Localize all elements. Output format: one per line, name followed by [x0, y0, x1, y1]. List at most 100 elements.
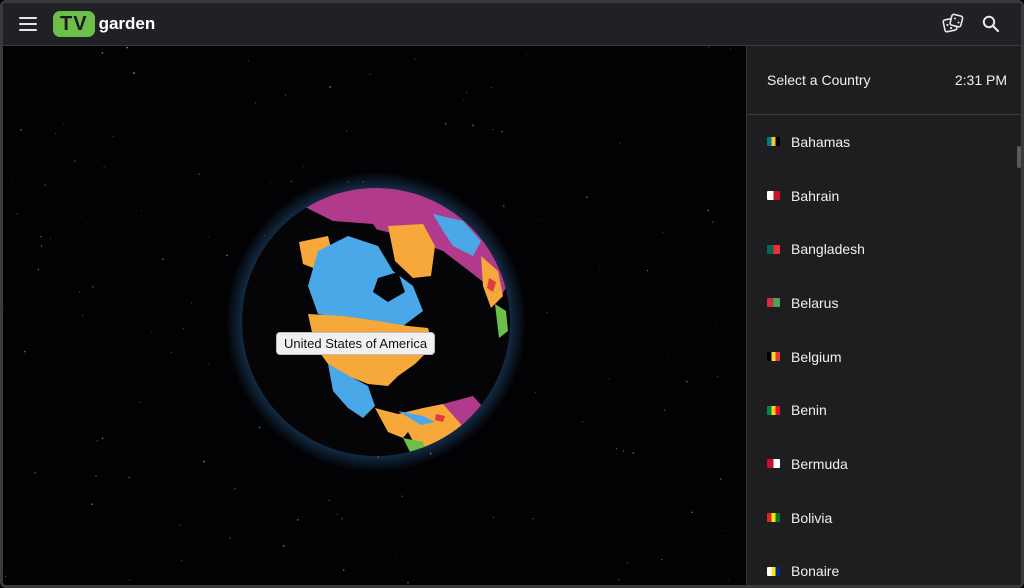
star: [728, 578, 730, 580]
star: [532, 518, 534, 520]
star: [96, 439, 99, 442]
star: [101, 52, 104, 54]
country-item[interactable]: Belgium: [747, 330, 1021, 384]
country-item[interactable]: Bangladesh: [747, 222, 1021, 276]
star: [139, 401, 141, 403]
star: [303, 166, 305, 168]
star: [103, 166, 105, 168]
star: [526, 53, 527, 55]
globe-view[interactable]: United States of America: [3, 46, 746, 588]
star: [490, 86, 493, 89]
star: [622, 450, 625, 452]
globe-canvas[interactable]: [3, 46, 746, 588]
country-name: Bangladesh: [791, 241, 865, 258]
star: [290, 180, 292, 182]
star: [20, 128, 22, 131]
star: [712, 221, 714, 223]
star: [488, 49, 490, 51]
star: [444, 122, 447, 125]
star: [5, 575, 7, 578]
star: [23, 350, 26, 353]
star: [151, 331, 153, 333]
star: [715, 324, 717, 326]
star: [95, 474, 97, 477]
star: [186, 307, 188, 309]
star: [229, 537, 231, 539]
star: [646, 269, 649, 272]
star: [582, 421, 584, 423]
star: [586, 196, 588, 198]
star: [202, 460, 205, 463]
star: [626, 562, 629, 564]
country-item[interactable]: Bahrain: [747, 169, 1021, 223]
sidebar-header: Select a Country 2:31 PM: [747, 46, 1021, 115]
top-bar: TV garden: [3, 3, 1021, 46]
country-list[interactable]: Bahamas Bahrain Bangladesh Belarus Belgium Be…: [747, 115, 1021, 586]
hamburger-menu-icon[interactable]: [19, 17, 37, 31]
star: [666, 353, 668, 355]
star: [91, 285, 94, 288]
star: [226, 254, 228, 257]
star: [632, 452, 635, 454]
star: [170, 351, 173, 354]
flag-icon: [767, 352, 780, 362]
star: [407, 581, 409, 584]
star: [690, 511, 693, 514]
search-icon[interactable]: [979, 12, 1003, 36]
star: [296, 519, 299, 521]
star: [37, 268, 40, 271]
star: [54, 133, 56, 134]
star: [34, 471, 37, 474]
star: [346, 130, 348, 132]
star: [59, 523, 61, 524]
flag-icon: [767, 459, 780, 469]
country-name: Bermuda: [791, 455, 848, 472]
flag-icon: [767, 191, 780, 201]
country-item[interactable]: Bolivia: [747, 491, 1021, 545]
star: [198, 173, 201, 176]
star: [729, 48, 731, 50]
star: [190, 302, 192, 304]
star: [369, 73, 371, 75]
star: [78, 290, 81, 293]
star: [341, 518, 343, 520]
star: [607, 378, 609, 380]
logo-tv: TV: [53, 11, 95, 37]
star: [81, 314, 84, 316]
star: [284, 94, 287, 96]
country-name: Belgium: [791, 348, 842, 365]
country-name: Belarus: [791, 294, 839, 311]
country-item[interactable]: Benin: [747, 383, 1021, 437]
star: [127, 65, 129, 67]
star: [541, 218, 543, 220]
country-item[interactable]: Bonaire: [747, 545, 1021, 586]
logo-garden: garden: [98, 14, 156, 33]
dice-icon[interactable]: [941, 12, 965, 36]
star: [132, 72, 135, 75]
star: [501, 130, 504, 133]
star: [662, 232, 664, 234]
country-sidebar: Select a Country 2:31 PM Bahamas Bahrain B…: [746, 46, 1021, 585]
star: [44, 184, 46, 186]
star: [472, 124, 474, 127]
star: [502, 205, 505, 208]
country-item[interactable]: Bermuda: [747, 437, 1021, 491]
star: [616, 448, 618, 450]
star: [63, 123, 65, 125]
star: [101, 437, 104, 440]
country-item[interactable]: Bahamas: [747, 115, 1021, 169]
country-item[interactable]: Belarus: [747, 276, 1021, 330]
country-name: Bahamas: [791, 133, 851, 150]
app-logo[interactable]: TV garden: [53, 11, 155, 37]
star: [546, 312, 548, 314]
star: [207, 362, 209, 364]
country-name: Benin: [791, 402, 827, 419]
star: [707, 209, 710, 212]
star: [708, 46, 710, 48]
scrollbar[interactable]: [1017, 146, 1021, 168]
star: [491, 128, 494, 131]
star: [50, 238, 52, 240]
star: [140, 210, 142, 212]
star: [342, 569, 345, 572]
star: [90, 503, 93, 505]
